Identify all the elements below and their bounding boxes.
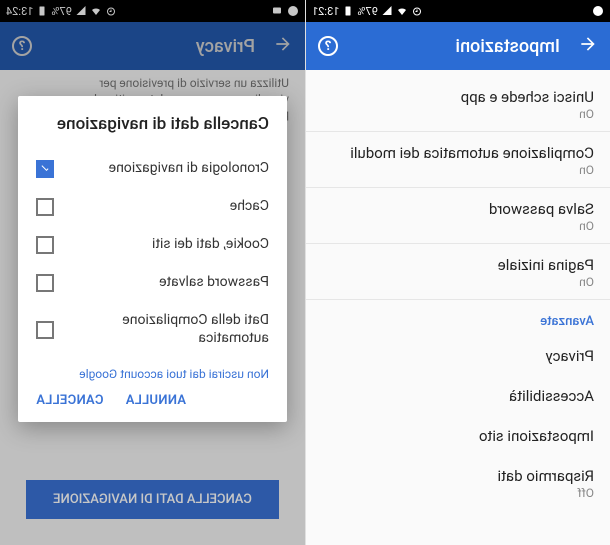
checkbox-icon[interactable] (36, 274, 54, 292)
option-label: Dati della Compilazione automatica (54, 312, 269, 347)
dialog-note: Non uscirai dai tuoi account Google (36, 367, 269, 381)
settings-label: Salva password (322, 200, 594, 218)
clock-text: 13:21 (312, 5, 339, 18)
checkbox-icon[interactable] (36, 198, 54, 216)
option-label: Cronologia di navigazione (99, 160, 269, 178)
alarm-icon (411, 5, 423, 17)
option-password[interactable]: Password salvate (36, 264, 269, 302)
settings-item-salva-password[interactable]: Salva password On (306, 188, 610, 244)
checkbox-icon[interactable] (36, 236, 54, 254)
settings-label: Impostazioni sito (322, 427, 594, 445)
section-header-avanzate: Avanzate (306, 300, 610, 335)
settings-label: Risparmio dati (322, 467, 594, 485)
dialog-actions: ANNULLA CANCELLA (36, 387, 269, 412)
option-label: Password salvate (149, 274, 269, 292)
settings-sub: On (322, 275, 594, 289)
settings-item-impostazioni-sito[interactable]: Impostazioni sito (306, 415, 610, 455)
cancel-button[interactable]: ANNULLA (125, 393, 186, 408)
settings-sub: On (322, 219, 594, 233)
dialog-title: Cancella dati di navigazione (36, 114, 269, 134)
phone-privacy: 97% 13:24 Privacy ? Utilizza un servizio… (0, 0, 305, 545)
settings-item-compilazione[interactable]: Compilazione automatica dei moduli On (306, 132, 610, 188)
option-cookie[interactable]: Cookie, dati dei siti (36, 226, 269, 264)
option-label: Cache (220, 198, 269, 216)
signal-icon (381, 5, 393, 17)
settings-item-accessibilita[interactable]: Accessibilità (306, 375, 610, 415)
checkbox-icon[interactable] (36, 321, 54, 339)
settings-sub: Off (322, 486, 594, 500)
settings-label: Unisci schede e app (322, 88, 594, 106)
option-cronologia[interactable]: Cronologia di navigazione (36, 150, 269, 188)
checkbox-checked-icon[interactable] (36, 160, 54, 178)
clear-browsing-dialog: Cancella dati di navigazione Cronologia … (18, 96, 287, 422)
messenger-icon (592, 5, 604, 17)
option-autofill[interactable]: Dati della Compilazione automatica (36, 302, 269, 357)
settings-label: Accessibilità (322, 387, 594, 405)
phone-settings: 97% 13:21 Impostazioni ? Unisci schede e… (305, 0, 610, 545)
status-bar: 97% 13:21 (306, 0, 610, 22)
help-icon[interactable]: ? (318, 36, 338, 56)
settings-sub: On (322, 163, 594, 177)
page-title: Impostazioni (455, 36, 560, 57)
settings-item-risparmio-dati[interactable]: Risparmio dati Off (306, 455, 610, 510)
settings-label: Privacy (322, 347, 594, 365)
settings-list: Unisci schede e app On Compilazione auto… (306, 70, 610, 516)
settings-item-privacy[interactable]: Privacy (306, 335, 610, 375)
back-arrow-icon[interactable] (578, 34, 598, 58)
settings-sub: On (322, 107, 594, 121)
option-cache[interactable]: Cache (36, 188, 269, 226)
settings-item-pagina-iniziale[interactable]: Pagina iniziale On (306, 244, 610, 300)
app-bar: Impostazioni ? (306, 22, 610, 70)
settings-label: Compilazione automatica dei moduli (322, 144, 594, 162)
settings-item-unisci[interactable]: Unisci schede e app On (306, 76, 610, 132)
wifi-icon (396, 5, 408, 17)
settings-label: Pagina iniziale (322, 256, 594, 274)
battery-icon (342, 5, 354, 17)
battery-text: 97% (357, 5, 377, 18)
option-label: Cookie, dati dei siti (142, 236, 269, 254)
confirm-button[interactable]: CANCELLA (36, 393, 103, 408)
